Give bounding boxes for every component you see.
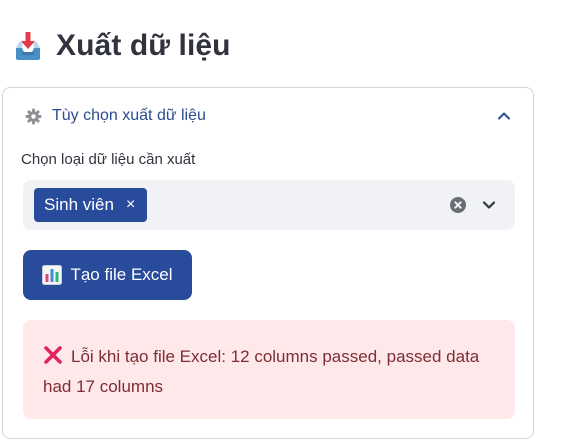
error-alert: Lỗi khi tạo file Excel: 12 columns passe… bbox=[23, 320, 515, 419]
bar-chart-icon bbox=[42, 265, 63, 285]
page: Xuất dữ liệu Tùy chọn xuất dữ liệu Chọn … bbox=[0, 0, 586, 442]
clear-circle-icon[interactable] bbox=[450, 197, 466, 213]
red-x-icon bbox=[44, 346, 62, 364]
select-label: Chọn loại dữ liệu cần xuất bbox=[21, 151, 196, 168]
error-message-container: Lỗi khi tạo file Excel: 12 columns passe… bbox=[43, 342, 495, 402]
page-title: Xuất dữ liệu bbox=[56, 29, 231, 62]
chip-label: Sinh viên bbox=[44, 195, 114, 214]
expander-header[interactable]: Tùy chọn xuất dữ liệu bbox=[3, 88, 533, 144]
data-type-multiselect[interactable]: Sinh viên × bbox=[23, 180, 515, 230]
expander-label: Tùy chọn xuất dữ liệu bbox=[52, 107, 206, 124]
create-excel-button[interactable]: Tạo file Excel bbox=[23, 250, 192, 300]
create-excel-label: Tạo file Excel bbox=[70, 265, 173, 284]
gear-icon bbox=[25, 108, 42, 125]
chevron-up-icon[interactable] bbox=[496, 108, 512, 124]
chevron-down-icon[interactable] bbox=[481, 197, 497, 213]
error-message: Lỗi khi tạo file Excel: 12 columns passe… bbox=[43, 347, 480, 396]
inbox-tray-download-icon bbox=[16, 32, 40, 60]
selected-chip-sinh-vien: Sinh viên × bbox=[34, 188, 148, 222]
chip-remove-icon[interactable]: × bbox=[126, 188, 135, 222]
page-header: Xuất dữ liệu bbox=[12, 26, 231, 66]
